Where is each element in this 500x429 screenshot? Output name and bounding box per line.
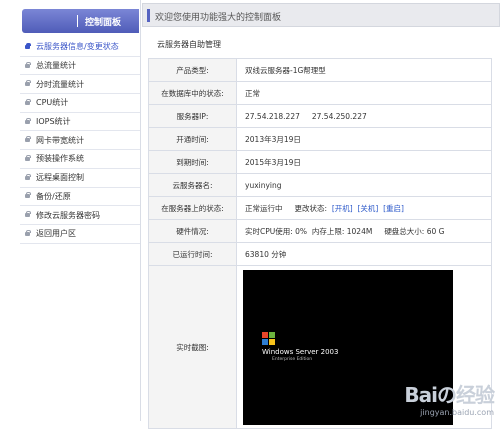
sidebar-item-label: 网卡带宽统计	[36, 135, 84, 145]
ip-primary: 27.54.218.227	[245, 111, 300, 121]
sidebar-item-label: 总流量统计	[36, 61, 76, 71]
table-row: 硬件情况: 实时CPU使用: 0% 内存上限: 1024M 硬盘总大小: 60 G	[148, 219, 492, 243]
snapshot-label: 实时截图:	[148, 265, 237, 429]
lock-icon	[24, 211, 32, 219]
sidebar-item-cpu-stats[interactable]: CPU统计	[20, 94, 140, 113]
sidebar-item-hourly-traffic[interactable]: 分时流量统计	[20, 75, 140, 95]
sidebar-item-label: 备份/还原	[36, 191, 71, 201]
hardware-label: 硬件情况:	[148, 219, 237, 243]
table-row: 到期时间: 2015年3月19日	[148, 150, 492, 174]
os-subtitle: Enterprise Edition	[272, 356, 313, 362]
server-info-table: 产品类型: 双线云服务器-1G帮理型 在数据库中的状态: 正常 服务器IP: 2…	[148, 58, 492, 429]
server-status-cell: 正常运行中 更改状态: [开机] [关机] [重启]	[236, 196, 492, 220]
table-row: 产品类型: 双线云服务器-1G帮理型	[148, 58, 492, 82]
welcome-banner: 欢迎您使用功能强大的控制面板	[142, 3, 500, 27]
ip-secondary: 27.54.250.227	[311, 111, 367, 121]
sidebar-item-return-user-area[interactable]: 返回用户区	[20, 225, 140, 244]
power-off-button[interactable]: [关机]	[357, 204, 378, 213]
expire-time-label: 到期时间:	[148, 150, 237, 174]
table-row: 云服务器名: yuxinying	[148, 173, 492, 197]
open-time-label: 开通时间:	[148, 127, 237, 151]
sidebar-item-label: 返回用户区	[36, 229, 76, 239]
table-row: 在服务器上的状态: 正常运行中 更改状态: [开机] [关机] [重启]	[148, 196, 492, 220]
os-title: Windows Server 2003	[262, 347, 339, 356]
hardware-cell: 实时CPU使用: 0% 内存上限: 1024M 硬盘总大小: 60 G	[236, 219, 492, 243]
lock-icon	[24, 136, 32, 144]
sidebar: 控制面板 云服务器信息/变更状态 总流量统计 分时流量统计 CPU统计 IOPS…	[0, 0, 141, 421]
server-status-label: 在服务器上的状态:	[148, 196, 237, 220]
cpu-usage: 实时CPU使用: 0%	[245, 226, 308, 236]
open-time-value: 2013年3月19日	[236, 127, 492, 151]
server-status-value: 正常运行中	[245, 203, 283, 213]
lock-icon	[24, 117, 32, 126]
server-name-value: yuxinying	[236, 173, 492, 197]
restart-button[interactable]: [重启]	[383, 204, 404, 213]
watermark-logo: Baiの经验	[404, 383, 495, 407]
lock-icon	[24, 154, 32, 163]
change-status-label: 更改状态:	[294, 203, 328, 213]
sidebar-item-label: IOPS统计	[36, 117, 71, 127]
product-type-value: 双线云服务器-1G帮理型	[236, 58, 492, 82]
product-type-label: 产品类型:	[148, 58, 237, 82]
table-row: 在数据库中的状态: 正常	[148, 81, 492, 105]
sidebar-item-bandwidth-stats[interactable]: 网卡带宽统计	[20, 131, 140, 151]
lock-icon	[24, 61, 32, 70]
table-row: 已运行时间: 63810 分钟	[148, 242, 492, 266]
sidebar-title: 控制面板	[85, 18, 122, 28]
table-row: 服务器IP: 27.54.218.227 27.54.250.227	[148, 104, 492, 128]
uptime-label: 已运行时间:	[148, 242, 237, 266]
sidebar-item-label: 分时流量统计	[36, 79, 84, 89]
server-ip-values: 27.54.218.227 27.54.250.227	[236, 104, 492, 128]
lock-icon	[24, 192, 32, 200]
disk-size: 硬盘总大小: 60 G	[384, 226, 445, 236]
expire-time-value: 2015年3月19日	[236, 150, 492, 174]
table-row: 开通时间: 2013年3月19日	[148, 127, 492, 151]
sidebar-item-preinstall-os[interactable]: 预装操作系统	[20, 150, 140, 169]
sidebar-item-label: 远程桌面控制	[36, 173, 84, 183]
db-status-value: 正常	[236, 81, 492, 105]
sidebar-item-label: 预装操作系统	[36, 154, 84, 164]
welcome-text: 欢迎您使用功能强大的控制面板	[155, 13, 282, 23]
sidebar-item-label: 云服务器信息/变更状态	[36, 42, 119, 52]
db-status-label: 在数据库中的状态:	[148, 81, 237, 105]
sidebar-item-label: CPU统计	[36, 98, 69, 108]
sidebar-item-server-info[interactable]: 云服务器信息/变更状态	[20, 38, 140, 57]
sidebar-item-label: 修改云服务器密码	[36, 210, 100, 220]
section-title: 云服务器自助管理	[157, 40, 221, 49]
sidebar-item-change-password[interactable]: 修改云服务器密码	[20, 206, 140, 225]
lock-icon	[24, 173, 32, 182]
server-name-label: 云服务器名:	[148, 173, 237, 197]
banner-accent	[147, 9, 150, 22]
main-panel: 欢迎您使用功能强大的控制面板 云服务器自助管理 产品类型: 双线云服务器-1G帮…	[142, 0, 500, 429]
uptime-value: 63810 分钟	[236, 242, 492, 266]
sidebar-item-remote-desktop[interactable]: 远程桌面控制	[20, 169, 140, 188]
lock-icon	[24, 42, 32, 51]
sidebar-header: 控制面板	[22, 9, 139, 33]
power-on-button[interactable]: [开机]	[332, 204, 353, 213]
sidebar-item-total-traffic[interactable]: 总流量统计	[20, 57, 140, 76]
baidu-watermark: Baiの经验 jingyan.baidu.com	[404, 379, 495, 417]
lock-icon	[24, 98, 32, 107]
watermark-url: jingyan.baidu.com	[420, 408, 494, 417]
windows-logo-icon	[262, 331, 276, 346]
lock-icon	[24, 229, 32, 238]
server-ip-label: 服务器IP:	[148, 104, 237, 128]
sidebar-item-backup-restore[interactable]: 备份/还原	[20, 188, 140, 207]
memory-limit: 内存上限: 1024M	[311, 226, 373, 236]
lock-icon	[24, 80, 32, 88]
sidebar-menu: 云服务器信息/变更状态 总流量统计 分时流量统计 CPU统计 IOPS统计 网卡…	[20, 38, 140, 244]
sidebar-item-iops-stats[interactable]: IOPS统计	[20, 113, 140, 132]
header-divider	[77, 15, 78, 27]
